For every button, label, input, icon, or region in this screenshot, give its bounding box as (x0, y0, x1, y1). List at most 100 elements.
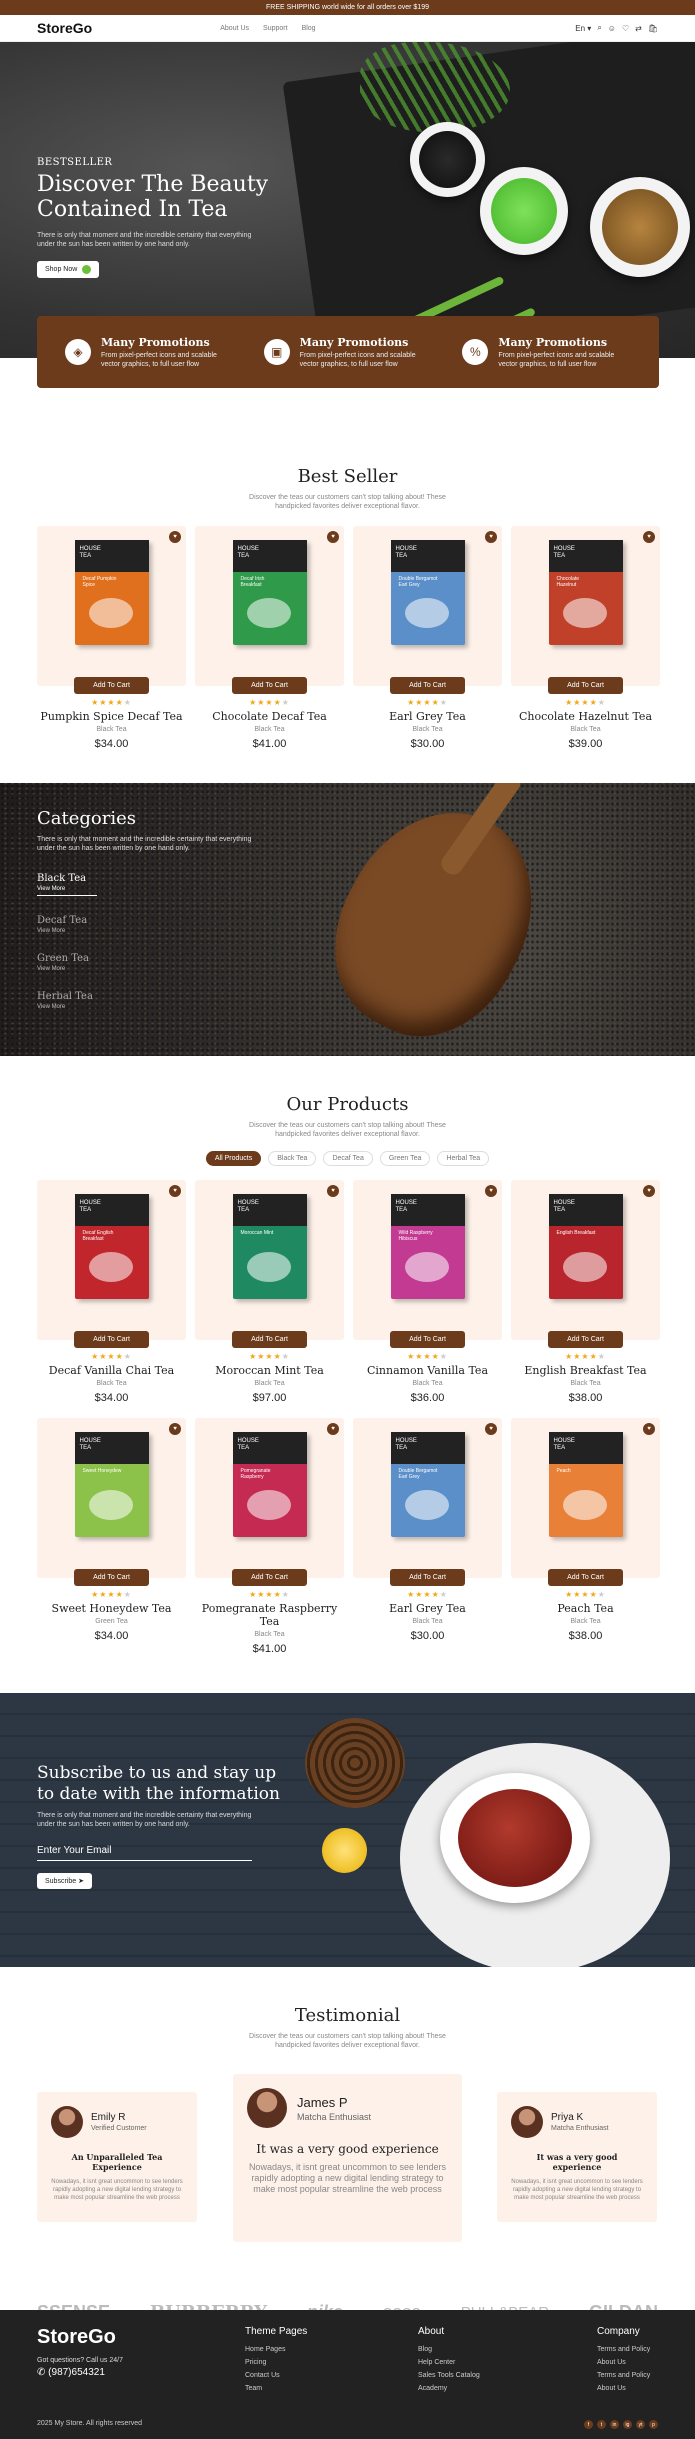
product-card[interactable]: ♥ HOUSE TEA Decaf English Breakfast Add To C… (37, 1180, 186, 1404)
wishlist-heart-icon[interactable]: ♥ (169, 531, 181, 543)
product-image[interactable]: ♥ HOUSE TEA Wild Raspberry Hibiscus Add To C… (353, 1180, 502, 1348)
product-name[interactable]: Pumpkin Spice Decaf Tea (37, 710, 186, 723)
wishlist-heart-icon[interactable]: ♥ (485, 1185, 497, 1197)
wishlist-heart-icon[interactable]: ♥ (485, 1423, 497, 1435)
add-to-cart-button[interactable]: Add To Cart (548, 1569, 623, 1586)
product-image[interactable]: ♥ HOUSE TEA Sweet Honeydew Add To Cart (37, 1418, 186, 1586)
footer-logo[interactable]: StoreGo (37, 2326, 123, 2349)
product-image[interactable]: ♥ HOUSE TEA Pomegranate Raspberry Add To Car… (195, 1418, 344, 1586)
pinterest-icon[interactable]: p (649, 2420, 658, 2429)
footer-link[interactable]: Terms and Policy (597, 2346, 650, 2353)
subscribe-button[interactable]: Subscribe ➤ (37, 1873, 92, 1889)
add-to-cart-button[interactable]: Add To Cart (548, 677, 623, 694)
nav-support[interactable]: Support (263, 25, 288, 32)
product-image[interactable]: ♥ HOUSE TEA Chocolate Hazelnut Add To Cart (511, 526, 660, 694)
user-icon[interactable]: ☺ (608, 24, 616, 33)
product-image[interactable]: ♥ HOUSE TEA English Breakfast Add To Cart (511, 1180, 660, 1348)
footer-link[interactable]: Blog (418, 2346, 480, 2353)
wishlist-heart-icon[interactable]: ♥ (485, 531, 497, 543)
add-to-cart-button[interactable]: Add To Cart (74, 1569, 149, 1586)
footer-link[interactable]: Team (245, 2385, 307, 2392)
view-more-link[interactable]: View More (37, 928, 97, 934)
filter-all-products[interactable]: All Products (205, 1151, 262, 1166)
product-image[interactable]: ♥ HOUSE TEA Double Bergamot Earl Grey Add To… (353, 1418, 502, 1586)
category-item-green-tea[interactable]: Green Tea View More (37, 953, 97, 972)
add-to-cart-button[interactable]: Add To Cart (74, 1331, 149, 1348)
email-input[interactable]: Enter Your Email (37, 1845, 252, 1861)
filter-decaf-tea[interactable]: Decaf Tea (323, 1151, 373, 1166)
wishlist-heart-icon[interactable]: ♥ (169, 1423, 181, 1435)
product-card[interactable]: ♥ HOUSE TEA Peach Add To Cart ★★★★★ Peach Tea B… (511, 1418, 660, 1655)
product-card[interactable]: ♥ HOUSE TEA Moroccan Mint Add To Cart ★★★★★ Mo… (195, 1180, 344, 1404)
add-to-cart-button[interactable]: Add To Cart (232, 1569, 307, 1586)
footer-link[interactable]: Sales Tools Catalog (418, 2372, 480, 2379)
product-card[interactable]: ♥ HOUSE TEA Sweet Honeydew Add To Cart ★★★★★ S… (37, 1418, 186, 1655)
add-to-cart-button[interactable]: Add To Cart (232, 1331, 307, 1348)
youtube-icon[interactable]: yt (636, 2420, 645, 2429)
view-more-link[interactable]: View More (37, 1004, 97, 1010)
product-name[interactable]: English Breakfast Tea (511, 1364, 660, 1377)
product-image[interactable]: ♥ HOUSE TEA Peach Add To Cart (511, 1418, 660, 1586)
cart-icon[interactable]: 🛍 (648, 24, 658, 33)
footer-link[interactable]: Help Center (418, 2359, 480, 2366)
site-logo[interactable]: StoreGo (37, 20, 92, 36)
nav-blog[interactable]: Blog (302, 25, 316, 32)
footer-link[interactable]: Academy (418, 2385, 480, 2392)
product-card[interactable]: ♥ HOUSE TEA Wild Raspberry Hibiscus Add To C… (353, 1180, 502, 1404)
heart-icon[interactable]: ♡ (622, 24, 629, 33)
facebook-icon[interactable]: f (584, 2420, 593, 2429)
footer-link[interactable]: About Us (597, 2359, 650, 2366)
product-image[interactable]: ♥ HOUSE TEA Decaf Pumpkin Spice Add To Cart (37, 526, 186, 694)
view-more-link[interactable]: View More (37, 886, 97, 892)
view-more-link[interactable]: View More (37, 966, 97, 972)
add-to-cart-button[interactable]: Add To Cart (548, 1331, 623, 1348)
wishlist-heart-icon[interactable]: ♥ (327, 1423, 339, 1435)
product-name[interactable]: Chocolate Decaf Tea (195, 710, 344, 723)
product-image[interactable]: ♥ HOUSE TEA Moroccan Mint Add To Cart (195, 1180, 344, 1348)
compare-icon[interactable]: ⇄ (635, 24, 642, 33)
nav-about[interactable]: About Us (220, 25, 249, 32)
product-image[interactable]: ♥ HOUSE TEA Decaf English Breakfast Add To C… (37, 1180, 186, 1348)
product-name[interactable]: Chocolate Hazelnut Tea (511, 710, 660, 723)
product-card[interactable]: ♥ HOUSE TEA Decaf Irish Breakfast Add To Car… (195, 526, 344, 750)
footer-phone[interactable]: ✆ (987)654321 (37, 2367, 123, 2378)
category-item-decaf-tea[interactable]: Decaf Tea View More (37, 915, 97, 934)
product-name[interactable]: Earl Grey Tea (353, 1602, 502, 1615)
product-card[interactable]: ♥ HOUSE TEA Chocolate Hazelnut Add To Cart ★★… (511, 526, 660, 750)
wishlist-heart-icon[interactable]: ♥ (643, 531, 655, 543)
product-card[interactable]: ♥ HOUSE TEA Double Bergamot Earl Grey Add To… (353, 526, 502, 750)
filter-herbal-tea[interactable]: Herbal Tea (437, 1151, 490, 1166)
add-to-cart-button[interactable]: Add To Cart (232, 677, 307, 694)
wishlist-heart-icon[interactable]: ♥ (327, 1185, 339, 1197)
filter-green-tea[interactable]: Green Tea (379, 1151, 431, 1166)
product-image[interactable]: ♥ HOUSE TEA Decaf Irish Breakfast Add To Car… (195, 526, 344, 694)
add-to-cart-button[interactable]: Add To Cart (74, 677, 149, 694)
wishlist-heart-icon[interactable]: ♥ (643, 1423, 655, 1435)
product-card[interactable]: ♥ HOUSE TEA Decaf Pumpkin Spice Add To Cart ★… (37, 526, 186, 750)
footer-link[interactable]: Pricing (245, 2359, 307, 2366)
add-to-cart-button[interactable]: Add To Cart (390, 677, 465, 694)
instagram-icon[interactable]: ig (623, 2420, 632, 2429)
filter-black-tea[interactable]: Black Tea (268, 1151, 317, 1166)
wishlist-heart-icon[interactable]: ♥ (643, 1185, 655, 1197)
product-name[interactable]: Pomegranate Raspberry Tea (195, 1602, 344, 1628)
language-select[interactable]: En ▾ (575, 24, 591, 33)
product-card[interactable]: ♥ HOUSE TEA English Breakfast Add To Cart ★★★… (511, 1180, 660, 1404)
twitter-icon[interactable]: t (597, 2420, 606, 2429)
add-to-cart-button[interactable]: Add To Cart (390, 1331, 465, 1348)
product-name[interactable]: Moroccan Mint Tea (195, 1364, 344, 1377)
add-to-cart-button[interactable]: Add To Cart (390, 1569, 465, 1586)
wishlist-heart-icon[interactable]: ♥ (327, 531, 339, 543)
footer-link[interactable]: Contact Us (245, 2372, 307, 2379)
category-item-herbal-tea[interactable]: Herbal Tea View More (37, 991, 97, 1010)
product-card[interactable]: ♥ HOUSE TEA Pomegranate Raspberry Add To Car… (195, 1418, 344, 1655)
search-icon[interactable]: ⌕ (597, 23, 601, 33)
footer-link[interactable]: Terms and Policy (597, 2372, 650, 2379)
product-name[interactable]: Sweet Honeydew Tea (37, 1602, 186, 1615)
wishlist-heart-icon[interactable]: ♥ (169, 1185, 181, 1197)
footer-link[interactable]: About Us (597, 2385, 650, 2392)
product-card[interactable]: ♥ HOUSE TEA Double Bergamot Earl Grey Add To… (353, 1418, 502, 1655)
linkedin-icon[interactable]: in (610, 2420, 619, 2429)
shop-now-button[interactable]: Shop Now (37, 261, 100, 278)
category-item-black-tea[interactable]: Black Tea View More (37, 873, 97, 896)
